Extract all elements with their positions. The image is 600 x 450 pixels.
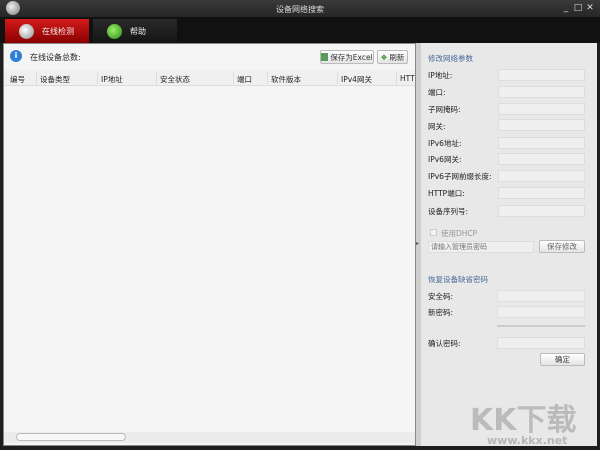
watermark-logo: KK下载 <box>470 403 577 438</box>
collapse-arrow-icon[interactable]: ▸ <box>416 240 419 247</box>
restore-section-title: 恢复设备缺省密码 <box>428 275 488 284</box>
close-button[interactable]: ✕ <box>585 3 595 13</box>
new-password-label: 新密码: <box>428 308 454 317</box>
http-port-input[interactable] <box>498 187 585 199</box>
tab-online-detect[interactable]: 在线检测 <box>5 19 89 43</box>
search-device-icon <box>19 23 34 39</box>
refresh-button[interactable]: ❖ 刷新 <box>377 50 408 64</box>
port-input[interactable] <box>498 86 585 98</box>
column-header[interactable]: HTT <box>400 74 415 83</box>
ip-label: IP地址: <box>428 71 453 80</box>
minimize-button[interactable]: _ <box>561 3 571 13</box>
info-icon <box>107 23 122 39</box>
column-header[interactable]: 软件版本 <box>271 74 301 85</box>
info-icon: i <box>10 50 22 62</box>
gateway-input[interactable] <box>498 119 585 131</box>
device-list-panel <box>3 43 416 446</box>
subnet-input[interactable] <box>498 103 585 115</box>
serial-label: 设备序列号: <box>428 207 469 216</box>
ipv6-gateway-input[interactable] <box>498 153 585 165</box>
gateway-label: 网关: <box>428 122 446 131</box>
ipv6-prefix-label: IPv6子网前缀长度: <box>428 172 492 181</box>
tab-label: 帮助 <box>130 26 146 36</box>
scrollbar-thumb[interactable] <box>16 433 126 441</box>
column-header[interactable]: 端口 <box>237 74 252 85</box>
excel-icon <box>321 53 329 61</box>
column-header[interactable]: 设备类型 <box>40 74 70 85</box>
refresh-icon: ❖ <box>380 52 388 62</box>
window-title: 设备网络搜索 <box>276 5 324 14</box>
ipv6-gateway-label: IPv6网关: <box>428 155 462 164</box>
save-changes-button[interactable]: 保存修改 <box>539 240 585 253</box>
tab-help[interactable]: 帮助 <box>93 19 177 43</box>
port-label: 端口: <box>428 88 446 97</box>
device-count-label: 在线设备总数: <box>30 53 81 62</box>
dhcp-label: 使用DHCP <box>441 229 478 238</box>
table-header: 编号 设备类型 IP地址 安全状态 端口 软件版本 IPv4网关 HTT <box>4 70 415 86</box>
maximize-button[interactable]: □ <box>573 3 583 13</box>
ipv6-input[interactable] <box>498 137 585 149</box>
column-header[interactable]: IP地址 <box>101 74 123 85</box>
modify-section-title: 修改网络参数 <box>428 54 473 63</box>
column-header[interactable]: IPv4网关 <box>341 74 372 85</box>
save-excel-button[interactable]: 保存为Excel <box>320 50 374 64</box>
button-label: 保存为Excel <box>330 52 373 62</box>
tab-label: 在线检测 <box>42 26 74 36</box>
button-label: 刷新 <box>389 52 405 62</box>
column-header[interactable]: 安全状态 <box>160 74 190 85</box>
password-strength-bar <box>497 325 585 327</box>
security-code-input[interactable] <box>497 290 585 302</box>
security-code-label: 安全码: <box>428 292 454 301</box>
confirm-button[interactable]: 确定 <box>540 353 585 366</box>
dhcp-checkbox[interactable] <box>430 229 437 236</box>
ipv6-label: IPv6地址: <box>428 139 462 148</box>
http-port-label: HTTP端口: <box>428 189 465 198</box>
column-header[interactable]: 编号 <box>10 74 25 85</box>
new-password-input[interactable] <box>497 306 585 318</box>
subnet-label: 子网掩码: <box>428 105 461 114</box>
ip-input[interactable] <box>498 69 585 81</box>
tab-bar <box>0 17 600 43</box>
admin-password-input[interactable] <box>428 241 534 253</box>
ipv6-prefix-input[interactable] <box>498 170 585 182</box>
confirm-password-label: 确认密码: <box>428 339 461 348</box>
confirm-password-input[interactable] <box>497 337 585 349</box>
watermark-url: www.kkx.net <box>487 434 568 447</box>
serial-input[interactable] <box>498 205 585 217</box>
